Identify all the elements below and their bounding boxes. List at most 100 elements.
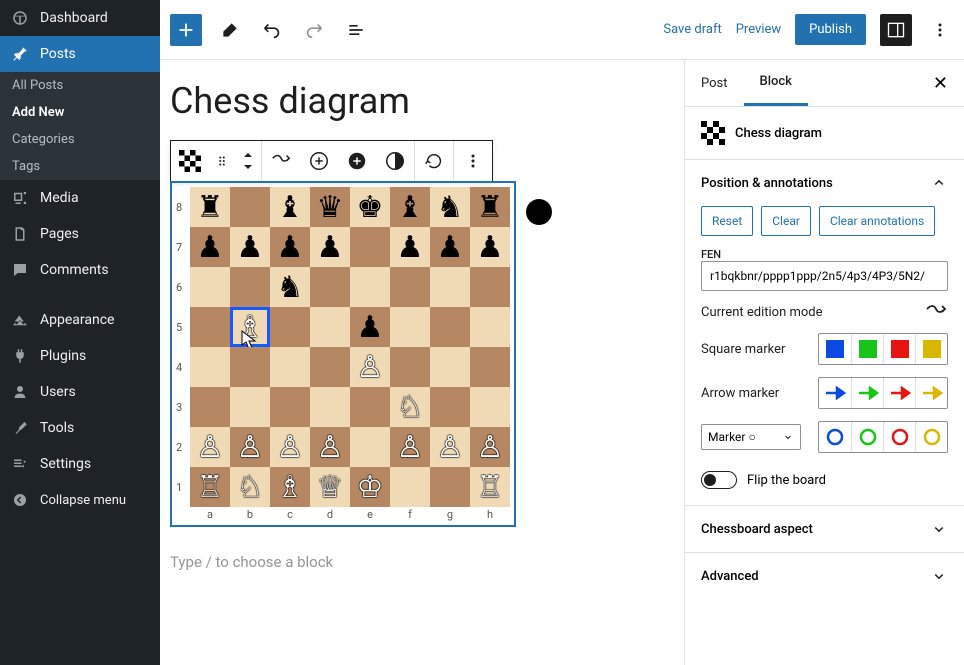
edit-tool-button[interactable]: [216, 16, 244, 44]
square-e6[interactable]: [350, 267, 390, 307]
square-marker-red[interactable]: [883, 334, 915, 364]
square-f5[interactable]: [390, 307, 430, 347]
flip-board-toggle[interactable]: [701, 471, 737, 489]
square-c1[interactable]: ♗: [270, 467, 310, 507]
more-options-button[interactable]: [926, 16, 954, 44]
square-b4[interactable]: [230, 347, 270, 387]
arrow-marker-blue[interactable]: [819, 378, 851, 408]
square-e4[interactable]: ♙: [350, 347, 390, 387]
square-g1[interactable]: [430, 467, 470, 507]
square-b8[interactable]: [230, 187, 270, 227]
circle-marker-red[interactable]: [883, 422, 915, 452]
close-inspector-button[interactable]: ✕: [925, 65, 956, 102]
square-h8[interactable]: ♜: [470, 187, 510, 227]
square-h2[interactable]: ♙: [470, 427, 510, 467]
menu-posts[interactable]: Posts: [0, 36, 160, 72]
circle-marker-green[interactable]: [851, 422, 883, 452]
clear-annotations-button[interactable]: Clear annotations: [819, 206, 935, 236]
circle-marker-yellow[interactable]: [915, 422, 947, 452]
menu-collapse[interactable]: Collapse menu: [0, 482, 160, 518]
square-e5[interactable]: ♟: [350, 307, 390, 347]
square-e8[interactable]: ♚: [350, 187, 390, 227]
square-a5[interactable]: [190, 307, 230, 347]
square-g2[interactable]: ♙: [430, 427, 470, 467]
square-e3[interactable]: [350, 387, 390, 427]
square-c8[interactable]: ♝: [270, 187, 310, 227]
submenu-categories[interactable]: Categories: [0, 126, 160, 153]
square-d1[interactable]: ♕: [310, 467, 350, 507]
block-type-icon[interactable]: [171, 141, 209, 181]
square-marker-yellow[interactable]: [915, 334, 947, 364]
circle-marker-blue[interactable]: [819, 422, 851, 452]
square-d5[interactable]: [310, 307, 350, 347]
square-c4[interactable]: [270, 347, 310, 387]
square-h1[interactable]: ♖: [470, 467, 510, 507]
add-piece-filled-tool[interactable]: [338, 141, 376, 181]
square-g8[interactable]: ♞: [430, 187, 470, 227]
square-c2[interactable]: ♙: [270, 427, 310, 467]
square-h7[interactable]: ♟: [470, 227, 510, 267]
square-b3[interactable]: [230, 387, 270, 427]
post-title[interactable]: Chess diagram: [170, 70, 634, 132]
submenu-all-posts[interactable]: All Posts: [0, 72, 160, 99]
square-a7[interactable]: ♟: [190, 227, 230, 267]
add-block-button[interactable]: [170, 14, 202, 46]
square-marker-green[interactable]: [851, 334, 883, 364]
square-b1[interactable]: ♘: [230, 467, 270, 507]
block-more-options[interactable]: [454, 141, 492, 181]
half-circle-tool[interactable]: [376, 141, 414, 181]
square-b5[interactable]: ♗: [230, 307, 270, 347]
reset-button[interactable]: Reset: [701, 206, 753, 236]
square-e2[interactable]: [350, 427, 390, 467]
move-buttons[interactable]: [235, 141, 261, 181]
square-d6[interactable]: [310, 267, 350, 307]
square-h4[interactable]: [470, 347, 510, 387]
square-a3[interactable]: [190, 387, 230, 427]
square-h5[interactable]: [470, 307, 510, 347]
square-f3[interactable]: ♘: [390, 387, 430, 427]
square-marker-blue[interactable]: [819, 334, 851, 364]
fen-input[interactable]: [701, 261, 948, 291]
redo-button[interactable]: [300, 16, 328, 44]
menu-comments[interactable]: Comments: [0, 252, 160, 288]
square-b6[interactable]: [230, 267, 270, 307]
rotate-tool[interactable]: [415, 141, 453, 181]
chessboard[interactable]: ♜♝♛♚♝♞♜♟♟♟♟♟♟♟♞♗♟♙♘♙♙♙♙♙♙♙♖♘♗♕♔♖: [190, 187, 510, 507]
square-b7[interactable]: ♟: [230, 227, 270, 267]
square-e1[interactable]: ♔: [350, 467, 390, 507]
square-f2[interactable]: ♙: [390, 427, 430, 467]
square-c5[interactable]: [270, 307, 310, 347]
square-e7[interactable]: [350, 227, 390, 267]
clear-button[interactable]: Clear: [761, 206, 811, 236]
save-draft-button[interactable]: Save draft: [663, 22, 721, 37]
publish-button[interactable]: Publish: [795, 14, 866, 45]
arrow-marker-yellow[interactable]: [915, 378, 947, 408]
square-d8[interactable]: ♛: [310, 187, 350, 227]
square-f7[interactable]: ♟: [390, 227, 430, 267]
add-piece-tool[interactable]: [300, 141, 338, 181]
undo-button[interactable]: [258, 16, 286, 44]
square-f6[interactable]: [390, 267, 430, 307]
square-c7[interactable]: ♟: [270, 227, 310, 267]
square-c3[interactable]: [270, 387, 310, 427]
menu-settings[interactable]: Settings: [0, 446, 160, 482]
section-position[interactable]: Position & annotations: [685, 159, 964, 206]
square-c6[interactable]: ♞: [270, 267, 310, 307]
square-a8[interactable]: ♜: [190, 187, 230, 227]
move-arrow-tool[interactable]: [262, 141, 300, 181]
section-advanced[interactable]: Advanced: [685, 552, 964, 599]
section-aspect[interactable]: Chessboard aspect: [685, 505, 964, 552]
drag-handle-icon[interactable]: [209, 141, 235, 181]
square-g3[interactable]: [430, 387, 470, 427]
arrow-marker-red[interactable]: [883, 378, 915, 408]
square-h3[interactable]: [470, 387, 510, 427]
arrow-marker-green[interactable]: [851, 378, 883, 408]
menu-pages[interactable]: Pages: [0, 216, 160, 252]
square-a2[interactable]: ♙: [190, 427, 230, 467]
settings-panel-button[interactable]: [880, 14, 912, 46]
square-g6[interactable]: [430, 267, 470, 307]
square-d3[interactable]: [310, 387, 350, 427]
menu-plugins[interactable]: Plugins: [0, 338, 160, 374]
square-f1[interactable]: [390, 467, 430, 507]
tab-block[interactable]: Block: [744, 60, 808, 106]
